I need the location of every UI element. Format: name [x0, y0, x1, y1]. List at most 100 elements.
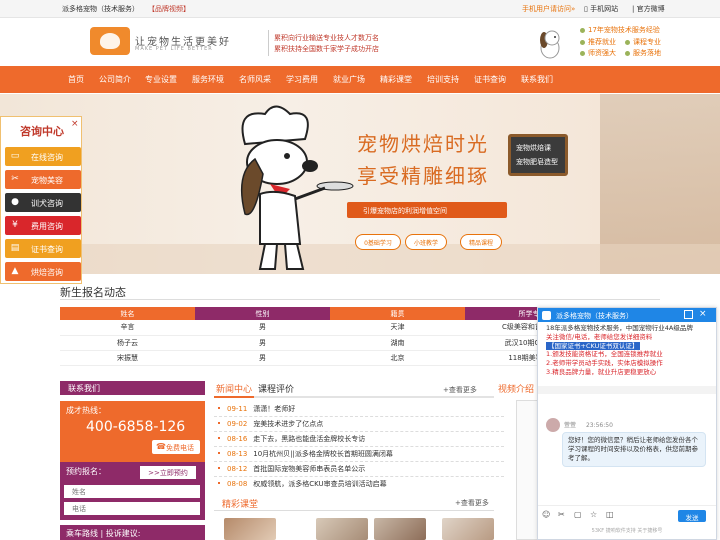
chat-toolbar: ☺ ✂ ▢ ☆ ◫ 发送	[538, 505, 716, 523]
cell-origin: 天津	[330, 320, 465, 336]
hotline-box: 成才热线： 400-6858-126 免费电话	[60, 401, 205, 463]
classroom-photo[interactable]	[374, 518, 426, 540]
send-button[interactable]: 发送	[678, 510, 706, 522]
consult-center: 咨询中心 × ▭ 在线咨询 ✂ 宠物美容 ● 训犬咨询 ¥ 费用咨询 ▤ 证书查…	[0, 116, 82, 284]
nav-about[interactable]: 公司简介	[99, 74, 131, 85]
stat-talent: 累积向行业输送专业技人才数万名	[274, 34, 379, 42]
tab-news[interactable]: 新闻中心	[216, 382, 252, 395]
cake-icon: ▲	[11, 266, 19, 276]
banner-ribbon: 引爆宠物店的利润增值空间	[347, 202, 507, 218]
consult-grooming-button[interactable]: ✂ 宠物美容	[5, 170, 81, 189]
star-icon[interactable]: ☆	[590, 510, 597, 519]
emoji-icon[interactable]: ☺	[542, 510, 550, 519]
registration-title: 新生报名动态	[60, 286, 126, 299]
stat-stores: 累积扶持全国数千家学子成功开店	[274, 45, 379, 53]
nav-classroom[interactable]: 精彩课堂	[380, 74, 412, 85]
nav-contact[interactable]: 联系我们	[521, 74, 553, 85]
mobile-user-link[interactable]: 手机用户请访问»	[522, 4, 575, 14]
close-icon[interactable]: ×	[71, 119, 79, 129]
weibo-link[interactable]: | 官方微博	[632, 4, 665, 14]
consult-grooming-label: 宠物美容	[31, 176, 63, 185]
nav-majors[interactable]: 专业设置	[145, 74, 177, 85]
expand-icon[interactable]	[684, 310, 693, 319]
site-logo[interactable]	[90, 27, 130, 55]
banner-headline-2: 享受精雕细琢	[357, 164, 489, 188]
chat-intro-cert: 【国家证书+CKU证书双认证】	[546, 341, 641, 350]
agent-name: 萱萱	[564, 422, 577, 429]
news-separator	[214, 446, 504, 447]
news-divider	[214, 396, 494, 398]
phone-input[interactable]	[64, 502, 200, 515]
nav-certificate[interactable]: 证书查询	[474, 74, 506, 85]
mobile-site-link[interactable]: ▯ 手机网站	[584, 4, 618, 14]
chat-point: 3.精良品牌力量，就业升店更稳更放心	[546, 367, 657, 376]
close-icon[interactable]: ×	[699, 310, 708, 319]
news-date: 08-08	[227, 480, 248, 488]
cell-name: 杨子云	[60, 335, 195, 351]
slogan-en: MAKE PET LIFE BETTER	[135, 46, 213, 52]
pill-zero-basis: 0基础学习	[355, 234, 401, 250]
classroom-photo[interactable]	[224, 518, 276, 540]
message-time: 23:56:50	[585, 422, 613, 429]
cell-origin: 湖南	[330, 335, 465, 351]
hero-banner[interactable]: 宠物烘焙时光 享受精雕细琢 宠物烘焙课 宠物肥皂造型 引爆宠物店的利润增值空间 …	[0, 94, 720, 274]
scissors-icon[interactable]: ✂	[558, 510, 565, 519]
nav-training[interactable]: 培训支持	[427, 74, 459, 85]
news-date: 08-16	[227, 435, 248, 443]
consult-title: 咨询中心	[20, 125, 64, 138]
hotline-number: 400-6858-126	[86, 419, 186, 435]
news-date: 08-13	[227, 450, 248, 458]
route-link[interactable]: 乘车路线 | 投诉建议:	[60, 523, 205, 540]
col-name: 姓名	[60, 307, 195, 320]
classroom-photo[interactable]	[442, 518, 494, 540]
cell-gender: 男	[195, 350, 330, 366]
classroom-more-link[interactable]: +查看更多	[455, 498, 489, 508]
chat-divider	[538, 386, 716, 394]
chalkboard: 宠物烘焙课 宠物肥皂造型	[508, 134, 568, 176]
free-call-button[interactable]: 免费电话	[152, 440, 200, 454]
signup-box: 预约报名： >>立即预约	[60, 462, 205, 520]
news-title: 10月杭州贝||派多格金牌校长首期班圆满闭幕	[253, 450, 393, 458]
book-now-button[interactable]: >>立即预约	[140, 466, 196, 479]
consult-fees-button[interactable]: ¥ 费用咨询	[5, 216, 81, 235]
news-date: 08-12	[227, 465, 248, 473]
name-input[interactable]	[64, 485, 200, 498]
news-date: 09-02	[227, 420, 248, 428]
nav-fees[interactable]: 学习费用	[286, 74, 318, 85]
registration-divider	[60, 299, 660, 300]
feature-service: 服务落地	[625, 48, 661, 58]
news-separator	[214, 431, 504, 432]
nav-teachers[interactable]: 名师风采	[239, 74, 271, 85]
main-nav: 首页 公司简介 专业设置 服务环境 名师风采 学习费用 就业广场 精彩课堂 培训…	[0, 66, 720, 93]
consult-baking-button[interactable]: ▲ 烘焙咨询	[5, 262, 81, 281]
chat-footer: 53KF 捷响软件支持 关于捷移号	[591, 528, 663, 534]
folder-icon[interactable]: ▢	[574, 510, 582, 519]
dog-icon: ●	[11, 197, 19, 207]
signup-label: 预约报名：	[66, 467, 106, 476]
classroom-title[interactable]: 精彩课堂	[222, 497, 258, 510]
nav-home[interactable]: 首页	[68, 74, 84, 85]
contact-tab[interactable]: 联系我们	[60, 381, 205, 395]
chat-header: 派多格宠物（技术服务） ×	[538, 308, 716, 322]
news-separator	[214, 476, 504, 477]
nav-environment[interactable]: 服务环境	[192, 74, 224, 85]
table-header-row: 姓名 性别 籍贯 所学专业	[60, 307, 600, 320]
chat-history-icon[interactable]: ◫	[606, 510, 614, 519]
news-title: 潇潇！老师好	[253, 405, 296, 413]
list-item[interactable]: 08-08 权威领航，派多格CKU审查员培训活动启幕	[214, 479, 504, 494]
cell-name: 宋振慧	[60, 350, 195, 366]
classroom-photo[interactable]	[316, 518, 368, 540]
news-separator	[214, 461, 504, 462]
consult-training-button[interactable]: ● 训犬咨询	[5, 193, 81, 212]
table-row: 辛言 男 天津 C级美容和首席违谈	[60, 320, 600, 336]
consult-fees-label: 费用咨询	[31, 222, 63, 231]
news-tab-indicator	[214, 396, 254, 398]
brand-video-link[interactable]: 【品牌视频】	[148, 4, 190, 14]
news-more-link[interactable]: +查看更多	[443, 385, 477, 395]
tab-reviews[interactable]: 课程评价	[258, 382, 294, 395]
video-tab[interactable]: 视频介绍	[498, 382, 534, 395]
consult-online-button[interactable]: ▭ 在线咨询	[5, 147, 81, 166]
news-date: 09-11	[227, 405, 248, 413]
nav-jobs[interactable]: 就业广场	[333, 74, 365, 85]
consult-certificate-button[interactable]: ▤ 证书查询	[5, 239, 81, 258]
